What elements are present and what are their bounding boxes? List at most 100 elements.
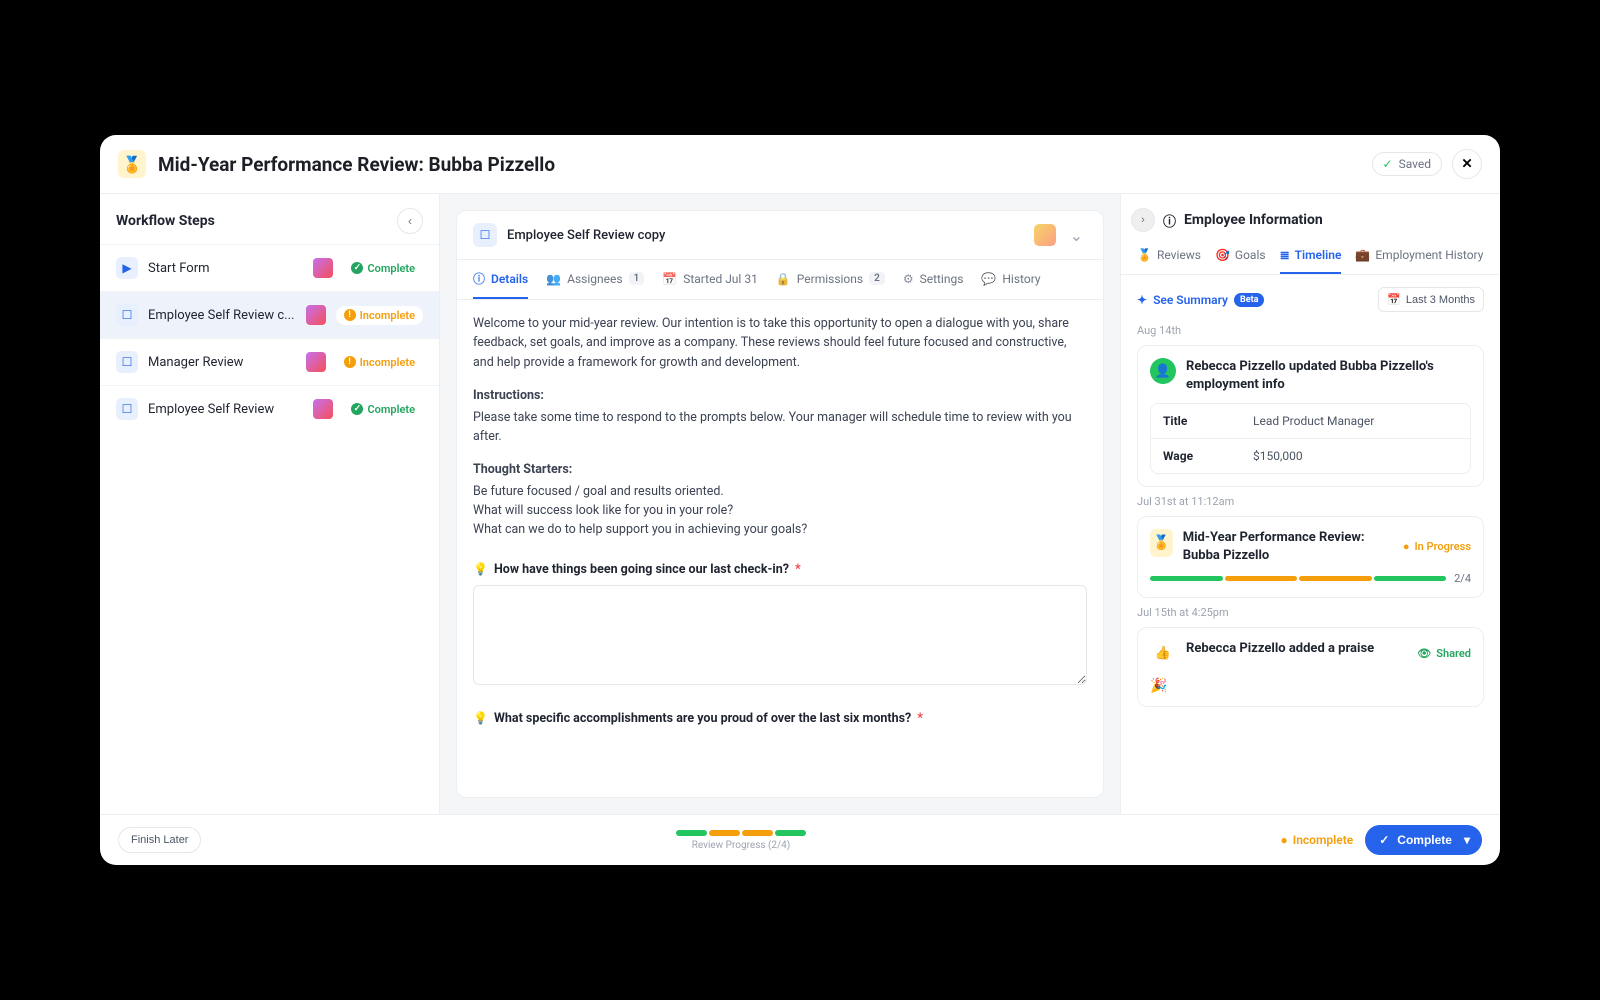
field-key-wage: Wage (1151, 439, 1241, 473)
required-indicator: * (917, 711, 923, 726)
review-form-card: ☐ Employee Self Review copy ⌄ ⓘ Details … (456, 210, 1104, 798)
finish-later-button[interactable]: Finish Later (118, 827, 201, 853)
tab-timeline[interactable]: ≣ Timeline (1280, 242, 1342, 274)
workflow-step-employee-self-review[interactable]: ☐ Employee Self Review ✓ Complete (100, 385, 439, 432)
saved-label: Saved (1399, 157, 1431, 171)
tab-employment-history[interactable]: 💼 Employment History (1355, 242, 1483, 274)
review-progress: 2/4 (1150, 572, 1471, 585)
tab-assignees[interactable]: 👥 Assignees 1 (546, 272, 644, 298)
employment-fields: Title Lead Product Manager Wage $150,000 (1150, 403, 1471, 474)
card-title: Employee Self Review copy (507, 228, 1024, 243)
calendar-icon: 📅 (1387, 293, 1401, 306)
employee-info-panel: › ⓘ Employee Information 🏅 Reviews 🎯 Goa… (1120, 194, 1500, 814)
check-circle-icon: ✓ (351, 262, 363, 274)
lock-icon: 🔒 (776, 272, 791, 286)
task-icon: ☐ (473, 223, 497, 247)
status-badge: ! Incomplete (336, 353, 423, 372)
workflow-steps-list: ▶ Start Form ✓ Complete ☐ Employee Self … (100, 244, 439, 432)
chat-icon: 💬 (981, 272, 996, 286)
caret-down-icon: ▾ (1464, 833, 1470, 847)
timeline-body: ✦ See Summary Beta 📅 Last 3 Months Aug 1… (1121, 275, 1500, 814)
avatar (306, 352, 326, 372)
employee-info-title: Employee Information (1184, 212, 1323, 228)
required-indicator: * (795, 562, 801, 577)
card-body: Welcome to your mid-year review. Our int… (457, 300, 1103, 797)
check-icon: ✓ (1379, 833, 1389, 847)
thumbs-up-icon: 👍 (1150, 640, 1176, 666)
timeline-event-title: Rebecca Pizzello updated Bubba Pizzello'… (1186, 358, 1471, 393)
shared-badge: 👁 Shared (1417, 647, 1471, 660)
ribbon-icon: 🏅 (118, 150, 146, 178)
gear-icon: ⚙ (903, 272, 914, 286)
tab-started[interactable]: 📅 Started Jul 31 (662, 272, 758, 298)
timeline-event-review[interactable]: 🏅 Mid-Year Performance Review: Bubba Piz… (1137, 516, 1484, 598)
step-label: Manager Review (148, 355, 296, 370)
timeline-event-employment-update[interactable]: 👤 Rebecca Pizzello updated Bubba Pizzell… (1137, 345, 1484, 487)
incomplete-indicator: ● Incomplete (1281, 833, 1354, 847)
user-update-icon: 👤 (1150, 358, 1176, 384)
step-label: Employee Self Review (148, 402, 303, 417)
celebration-icon: 🎉 (1150, 678, 1471, 694)
alert-circle-icon: ● (1403, 540, 1410, 553)
expand-dropdown-button[interactable]: ⌄ (1066, 226, 1087, 245)
status-badge: ! Incomplete (336, 306, 423, 325)
instructions-body: Please take some time to respond to the … (473, 410, 1072, 444)
tab-settings[interactable]: ⚙ Settings (903, 272, 964, 298)
workflow-step-employee-self-review-copy[interactable]: ☐ Employee Self Review c... ! Incomplete (100, 291, 439, 338)
alert-circle-icon: ! (344, 309, 356, 321)
question-1-input[interactable] (473, 585, 1087, 685)
avatar (1034, 224, 1056, 246)
task-icon: ☐ (116, 398, 138, 420)
chevron-left-icon: ‹ (408, 214, 412, 228)
complete-button[interactable]: ✓ Complete ▾ (1365, 825, 1482, 855)
timeline-date: Jul 15th at 4:25pm (1137, 606, 1484, 619)
alert-circle-icon: ! (344, 356, 356, 368)
check-icon: ✓ (1383, 157, 1393, 171)
collapse-sidebar-button[interactable]: ‹ (397, 208, 423, 234)
status-badge: ● In Progress (1403, 540, 1471, 553)
date-range-button[interactable]: 📅 Last 3 Months (1378, 287, 1484, 312)
step-label: Employee Self Review c... (148, 308, 296, 323)
workflow-steps-title: Workflow Steps (116, 213, 215, 229)
avatar (306, 305, 326, 325)
see-summary-link[interactable]: ✦ See Summary Beta (1137, 293, 1264, 307)
workflow-step-manager-review[interactable]: ☐ Manager Review ! Incomplete (100, 338, 439, 385)
timeline-event-praise[interactable]: 👍 Rebecca Pizzello added a praise 👁 Shar… (1137, 627, 1484, 707)
beta-badge: Beta (1234, 293, 1264, 307)
calendar-icon: 📅 (662, 272, 677, 286)
chevron-right-icon: › (1141, 214, 1145, 226)
progress-fraction: 2/4 (1454, 572, 1471, 585)
expand-panel-button[interactable]: › (1131, 208, 1155, 232)
play-icon: ▶ (116, 257, 138, 279)
chevron-down-icon: ⌄ (1070, 226, 1083, 245)
thought-starters-block: Thought Starters: Be future focused / go… (473, 460, 1087, 540)
center-panel: ☐ Employee Self Review copy ⌄ ⓘ Details … (440, 194, 1120, 814)
tab-reviews[interactable]: 🏅 Reviews (1137, 242, 1201, 274)
target-icon: 🎯 (1215, 248, 1230, 262)
question-2-label: 💡 What specific accomplishments are you … (473, 711, 1087, 726)
footer: Finish Later Review Progress (2/4) ● Inc… (100, 814, 1500, 865)
instructions-block: Instructions: Please take some time to r… (473, 386, 1087, 446)
eye-icon: 👁 (1417, 647, 1431, 660)
card-header: ☐ Employee Self Review copy ⌄ (457, 211, 1103, 260)
workflow-step-start-form[interactable]: ▶ Start Form ✓ Complete (100, 244, 439, 291)
step-label: Start Form (148, 261, 303, 276)
briefcase-icon: 💼 (1355, 248, 1370, 262)
check-circle-icon: ✓ (351, 403, 363, 415)
tab-history[interactable]: 💬 History (981, 272, 1040, 298)
header: 🏅 Mid-Year Performance Review: Bubba Piz… (100, 135, 1500, 194)
tab-permissions[interactable]: 🔒 Permissions 2 (776, 272, 885, 298)
sparkle-icon: ✦ (1137, 293, 1147, 307)
app-window: 🏅 Mid-Year Performance Review: Bubba Piz… (100, 135, 1500, 865)
close-button[interactable]: ✕ (1452, 149, 1482, 179)
review-progress-footer: Review Progress (2/4) (201, 830, 1280, 851)
status-badge: ✓ Complete (343, 259, 423, 278)
alert-circle-icon: ● (1281, 833, 1288, 847)
tab-goals[interactable]: 🎯 Goals (1215, 242, 1266, 274)
avatar (313, 399, 333, 419)
tab-details[interactable]: ⓘ Details (473, 270, 528, 299)
medal-icon: 🏅 (1137, 248, 1152, 262)
instructions-label: Instructions: (473, 386, 1087, 405)
timeline-event-title: Mid-Year Performance Review: Bubba Pizze… (1183, 529, 1403, 564)
workflow-sidebar: Workflow Steps ‹ ▶ Start Form ✓ Complete (100, 194, 440, 814)
